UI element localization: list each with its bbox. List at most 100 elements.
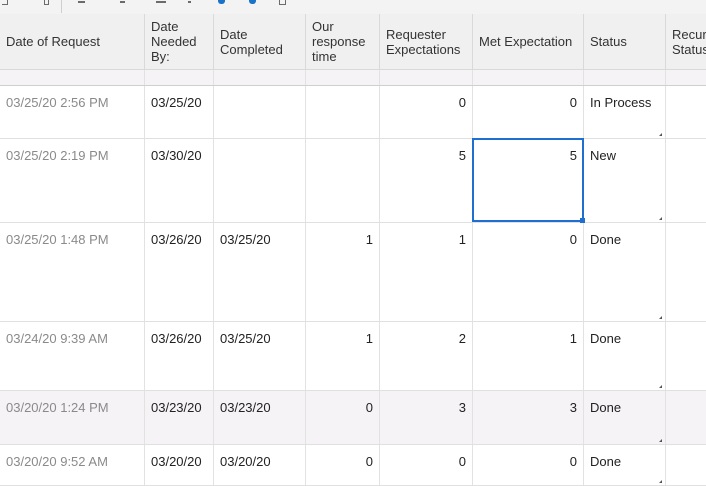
cell-met-expectation[interactable]: 1 [473, 322, 584, 390]
table-row[interactable]: 03/20/20 9:52 AM 03/20/20 03/20/20 0 0 0… [0, 445, 706, 486]
cell-date-needed[interactable]: 03/20/20 [145, 445, 214, 485]
cell-date-of-request[interactable]: 03/25/20 2:19 PM [0, 139, 145, 222]
cell-date-of-request[interactable]: 03/25/20 2:56 PM [0, 86, 145, 138]
status-text: Done [590, 331, 622, 346]
cell-recur-status[interactable] [666, 445, 706, 485]
cell-met-expectation[interactable]: 0 [473, 445, 584, 485]
table-row[interactable]: 03/25/20 2:56 PM 03/25/20 0 0 In Process [0, 86, 706, 139]
column-header-status[interactable]: Status [584, 14, 666, 69]
filter-cell[interactable] [473, 70, 584, 85]
cell-status[interactable]: In Process [584, 86, 666, 138]
table-row[interactable]: 03/24/20 9:39 AM 03/26/20 03/25/20 1 2 1… [0, 322, 706, 391]
cell-requester-expectations[interactable]: 3 [380, 391, 473, 444]
cell-date-completed[interactable]: 03/25/20 [214, 223, 306, 321]
clipboard-icon[interactable] [44, 0, 49, 5]
cell-response-time[interactable]: 0 [306, 445, 380, 485]
dropdown-corner-icon [659, 385, 662, 388]
cell-date-of-request[interactable]: 03/24/20 9:39 AM [0, 322, 145, 390]
column-header-met-expectation[interactable]: Met Expectation [473, 14, 584, 69]
table-row[interactable]: 03/25/20 1:48 PM 03/26/20 03/25/20 1 1 0… [0, 223, 706, 322]
cell-response-time[interactable]: 1 [306, 223, 380, 321]
cell-response-time[interactable] [306, 139, 380, 222]
cell-recur-status[interactable] [666, 139, 706, 222]
cell-status[interactable]: Done [584, 322, 666, 390]
cell-status[interactable]: Done [584, 223, 666, 321]
status-text: Done [590, 454, 622, 469]
toolbar [0, 0, 706, 15]
column-header-label: Date Needed By: [151, 19, 197, 64]
column-header-requester-expectations[interactable]: Requester Expectations [380, 14, 473, 69]
cell-date-needed[interactable]: 03/30/20 [145, 139, 214, 222]
filter-cell[interactable] [145, 70, 214, 85]
cell-status[interactable]: New [584, 139, 666, 222]
cell-recur-status[interactable] [666, 223, 706, 321]
column-header-date-needed[interactable]: Date Needed By: [145, 14, 214, 69]
filter-cell[interactable] [0, 70, 145, 85]
cell-recur-status[interactable] [666, 391, 706, 444]
toolbar-separator [61, 0, 62, 13]
cell-recur-status[interactable] [666, 86, 706, 138]
column-header-label: Date Completed [220, 26, 283, 57]
cell-response-time[interactable] [306, 86, 380, 138]
cell-met-expectation[interactable]: 5 [473, 139, 584, 222]
column-header-label: Recur Status [672, 26, 706, 57]
column-header-label: Met Expectation [479, 34, 573, 49]
cell-requester-expectations[interactable]: 1 [380, 223, 473, 321]
comma-icon[interactable] [188, 1, 191, 3]
status-text: In Process [590, 95, 652, 110]
cell-date-needed[interactable]: 03/26/20 [145, 322, 214, 390]
table-row[interactable]: 03/20/20 1:24 PM 03/23/20 03/23/20 0 3 3… [0, 391, 706, 445]
toolbar-edge-icon [2, 0, 8, 5]
cell-met-expectation[interactable]: 0 [473, 223, 584, 321]
dropdown-corner-icon [659, 480, 662, 483]
cell-date-of-request[interactable]: 03/25/20 1:48 PM [0, 223, 145, 321]
column-header-label: Requester Expectations [386, 26, 461, 57]
cell-response-time[interactable]: 1 [306, 322, 380, 390]
cell-response-time[interactable]: 0 [306, 391, 380, 444]
status-text: Done [590, 232, 622, 247]
cell-date-needed[interactable]: 03/26/20 [145, 223, 214, 321]
cell-date-completed[interactable]: 03/23/20 [214, 391, 306, 444]
cell-date-needed[interactable]: 03/23/20 [145, 391, 214, 444]
percent-icon[interactable] [156, 1, 166, 3]
cell-date-completed[interactable] [214, 86, 306, 138]
filter-row [0, 70, 706, 86]
filter-cell[interactable] [584, 70, 666, 85]
filter-cell[interactable] [214, 70, 306, 85]
cell-date-completed[interactable] [214, 139, 306, 222]
status-text: Done [590, 400, 622, 415]
undo-icon[interactable] [218, 0, 225, 4]
table-row[interactable]: 03/25/20 2:19 PM 03/30/20 5 5 New [0, 139, 706, 223]
column-header-date-of-request[interactable]: Date of Request [0, 14, 145, 69]
minus-icon[interactable] [78, 1, 85, 3]
dropdown-corner-icon [659, 316, 662, 319]
cell-date-of-request[interactable]: 03/20/20 1:24 PM [0, 391, 145, 444]
dropdown-corner-icon [659, 133, 662, 136]
filter-cell[interactable] [306, 70, 380, 85]
cell-requester-expectations[interactable]: 5 [380, 139, 473, 222]
status-text: New [590, 148, 617, 163]
cell-status[interactable]: Done [584, 445, 666, 485]
cell-status[interactable]: Done [584, 391, 666, 444]
column-header-response-time[interactable]: Our response time [306, 14, 380, 69]
cell-date-completed[interactable]: 03/25/20 [214, 322, 306, 390]
cell-met-expectation[interactable]: 0 [473, 86, 584, 138]
redo-icon[interactable] [249, 0, 256, 4]
cell-requester-expectations[interactable]: 2 [380, 322, 473, 390]
column-header-date-completed[interactable]: Date Completed [214, 14, 306, 69]
plus-icon[interactable] [120, 1, 125, 3]
cell-date-of-request[interactable]: 03/20/20 9:52 AM [0, 445, 145, 485]
column-header-label: Date of Request [6, 34, 100, 49]
column-header-label: Our response time [312, 19, 366, 64]
cell-met-expectation[interactable]: 3 [473, 391, 584, 444]
column-header-row: Date of Request Date Needed By: Date Com… [0, 14, 706, 70]
column-header-recur-status[interactable]: Recur Status [666, 14, 706, 69]
cell-requester-expectations[interactable]: 0 [380, 86, 473, 138]
cell-date-needed[interactable]: 03/25/20 [145, 86, 214, 138]
cell-recur-status[interactable] [666, 322, 706, 390]
filter-cell[interactable] [380, 70, 473, 85]
box-icon[interactable] [279, 0, 286, 5]
cell-date-completed[interactable]: 03/20/20 [214, 445, 306, 485]
column-header-label: Status [590, 34, 627, 49]
cell-requester-expectations[interactable]: 0 [380, 445, 473, 485]
